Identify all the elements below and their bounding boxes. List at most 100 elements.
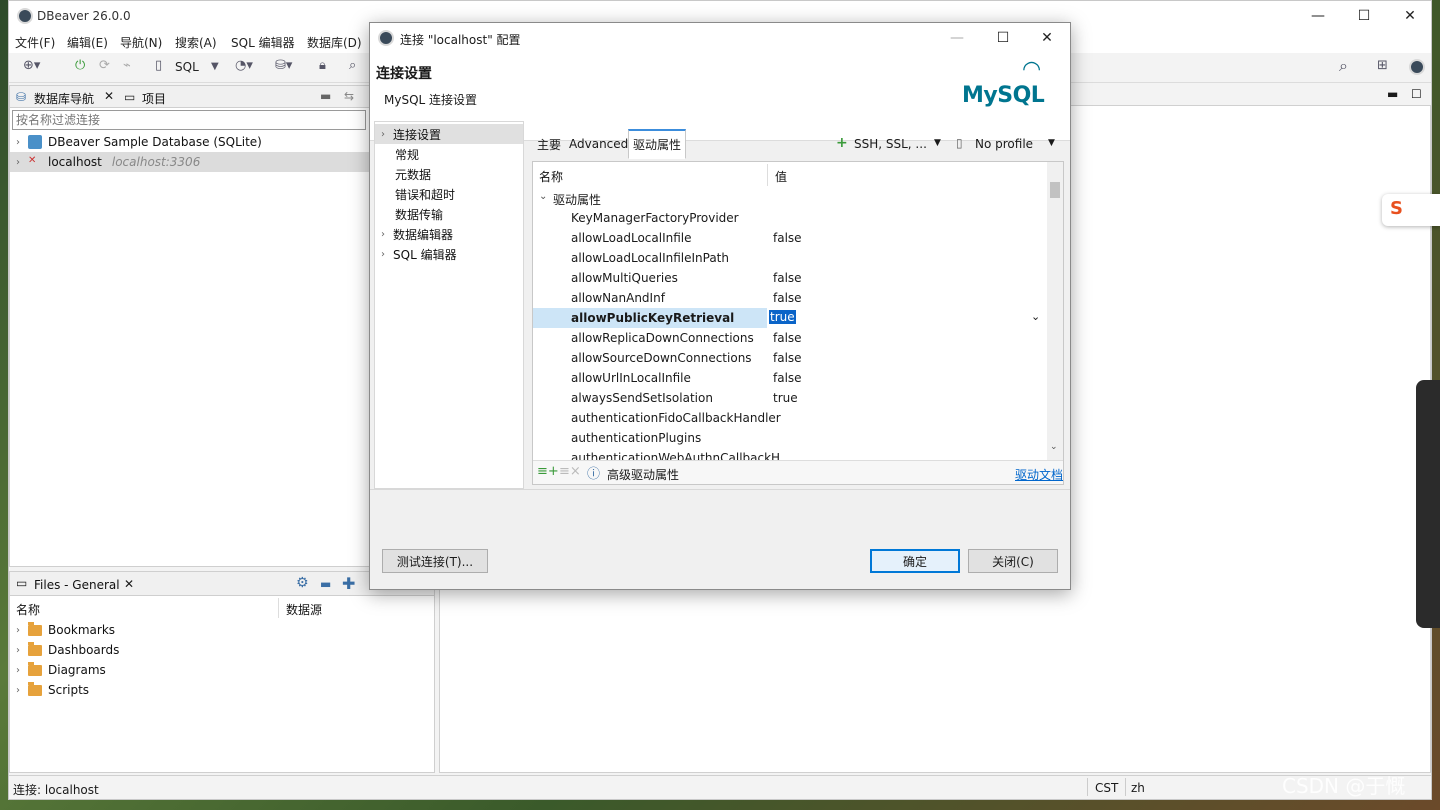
close-icon[interactable]: ✕ [1387,1,1433,31]
chevron-down-icon[interactable]: ▼ [1048,138,1055,148]
nav-item-general[interactable]: 常规 [395,144,419,164]
nav-item-metadata[interactable]: 元数据 [395,164,431,184]
property-row[interactable]: allowNanAndInf false [533,288,1047,308]
tab-main[interactable]: 主要 [532,129,566,159]
files-item-bookmarks[interactable]: › Bookmarks [16,620,115,640]
sql-editor-icon[interactable]: ▯ [155,58,162,73]
filter-connections-input[interactable] [12,110,366,130]
tab-projects[interactable]: 项目 [142,90,166,107]
chevron-right-icon[interactable]: › [381,129,393,140]
reconnect-icon[interactable]: ⟳ [99,58,110,73]
maximize-icon[interactable]: ☐ [1341,1,1387,31]
chevron-right-icon[interactable]: › [16,685,28,696]
property-row[interactable]: allowPublicKeyRetrieval true ⌄ [533,308,1047,328]
property-value[interactable]: false [773,271,802,285]
dbeaver-perspective-icon[interactable] [1409,59,1425,75]
tab-database-navigator[interactable]: 数据库导航 [34,90,94,107]
chevron-down-icon[interactable]: ▼ [211,61,219,72]
chevron-right-icon[interactable]: › [16,645,28,656]
close-tab-icon[interactable]: ✕ [124,577,134,591]
menu-navigate[interactable]: 导航(N) [120,34,162,51]
close-button[interactable]: 关闭(C) [968,549,1058,573]
chevron-right-icon[interactable]: › [16,625,28,636]
transaction-icon[interactable]: ◔▾ [235,58,253,73]
chevron-right-icon[interactable]: › [16,665,28,676]
property-row[interactable]: authenticationPlugins [533,428,1047,448]
link-icon[interactable]: ⇆ [344,89,354,103]
property-row[interactable]: allowLoadLocalInfile false [533,228,1047,248]
scrollbar-thumb[interactable] [1050,182,1060,198]
tab-driver-properties[interactable]: 驱动属性 [628,129,687,159]
collapse-icon[interactable]: ▬ [320,577,331,591]
minimize-icon[interactable]: — [934,23,980,53]
chevron-right-icon[interactable]: › [381,229,393,240]
chevron-down-icon[interactable]: ⌄ [1050,442,1058,452]
lock-icon[interactable]: 🔒︎ [319,58,326,73]
chevron-down-icon[interactable]: ⌄ [1031,310,1040,323]
maximize-icon[interactable]: ☐ [980,23,1026,53]
remove-property-icon[interactable]: ≡× [559,464,581,479]
gear-icon[interactable]: ⚙ [296,575,309,591]
property-row[interactable]: allowLoadLocalInfileInPath [533,248,1047,268]
chevron-down-icon[interactable]: ⌄ [539,191,547,202]
ok-button[interactable]: 确定 [870,549,960,573]
tab-advanced[interactable]: Advanced [564,129,633,159]
new-connection-icon[interactable]: ⊕▾ [23,58,40,73]
property-row[interactable]: allowUrlInLocalInfile false [533,368,1047,388]
connect-icon[interactable]: ⏻ [75,58,85,73]
perspective-icon[interactable]: ⊞ [1377,58,1388,73]
sql-button[interactable]: SQL [175,60,199,74]
ssh-ssl-dropdown[interactable]: SSH, SSL, ... [854,137,927,151]
menu-sql-editor[interactable]: SQL 编辑器 [231,34,295,51]
property-row[interactable]: allowSourceDownConnections false [533,348,1047,368]
commit-icon[interactable]: ⛁▾ [275,58,292,73]
add-property-icon[interactable]: ≡+ [537,464,559,479]
property-value[interactable]: true [769,310,796,324]
close-icon[interactable]: ✕ [1024,23,1070,53]
property-value[interactable]: false [773,231,802,245]
close-tab-icon[interactable]: ✕ [104,89,114,103]
global-search-icon[interactable]: ⌕ [1339,56,1348,76]
property-row[interactable]: alwaysSendSetIsolation true [533,388,1047,408]
menu-file[interactable]: 文件(F) [15,34,55,51]
plus-icon[interactable]: + [836,135,848,151]
property-row[interactable]: authenticationWebAuthnCallbackH [533,448,1047,460]
files-item-diagrams[interactable]: › Diagrams [16,660,106,680]
minimize-editor-icon[interactable]: ▬ [1387,87,1398,101]
nav-item-sql-editor[interactable]: › SQL 编辑器 [381,244,457,264]
property-row[interactable]: allowReplicaDownConnections false [533,328,1047,348]
chevron-down-icon[interactable]: ▼ [934,138,941,148]
tree-item-sample-db[interactable]: › DBeaver Sample Database (SQLite) [10,132,370,152]
property-row[interactable]: allowMultiQueries false [533,268,1047,288]
ime-badge[interactable]: S [1382,194,1440,226]
menu-database[interactable]: 数据库(D) [307,34,362,51]
maximize-editor-icon[interactable]: ☐ [1411,87,1422,101]
tab-files-general[interactable]: Files - General [34,578,120,592]
files-item-dashboards[interactable]: › Dashboards [16,640,119,660]
grid-group-row[interactable]: ⌄ 驱动属性 [533,188,1047,208]
files-item-scripts[interactable]: › Scripts [16,680,89,700]
collapse-all-icon[interactable]: ▬ [320,89,331,103]
property-value[interactable]: false [773,291,802,305]
grid-scrollbar[interactable]: ⌄ [1047,162,1063,460]
chevron-right-icon[interactable]: › [16,137,28,148]
profile-dropdown[interactable]: No profile [975,137,1033,151]
search-icon[interactable]: ⌕ [349,58,356,73]
nav-item-data-transfer[interactable]: 数据传输 [395,204,443,224]
property-value[interactable]: false [773,371,802,385]
property-row[interactable]: authenticationFidoCallbackHandler [533,408,1047,428]
nav-item-data-editor[interactable]: › 数据编辑器 [381,224,453,244]
property-row[interactable]: KeyManagerFactoryProvider [533,208,1047,228]
nav-item-connection-settings[interactable]: › 连接设置 [375,124,523,144]
chevron-right-icon[interactable]: › [16,157,28,168]
nav-item-errors-timeouts[interactable]: 错误和超时 [395,184,455,204]
add-icon[interactable]: ✚ [342,574,355,593]
property-value[interactable]: false [773,331,802,345]
test-connection-button[interactable]: 测试连接(T)... [382,549,488,573]
menu-search[interactable]: 搜索(A) [175,34,217,51]
disconnect-icon[interactable]: ⌁ [123,58,131,73]
driver-docs-link[interactable]: 驱动文档 [1015,466,1063,483]
menu-edit[interactable]: 编辑(E) [67,34,108,51]
chevron-right-icon[interactable]: › [381,249,393,260]
tree-item-localhost[interactable]: › ✕ localhost localhost:3306 [10,152,370,172]
